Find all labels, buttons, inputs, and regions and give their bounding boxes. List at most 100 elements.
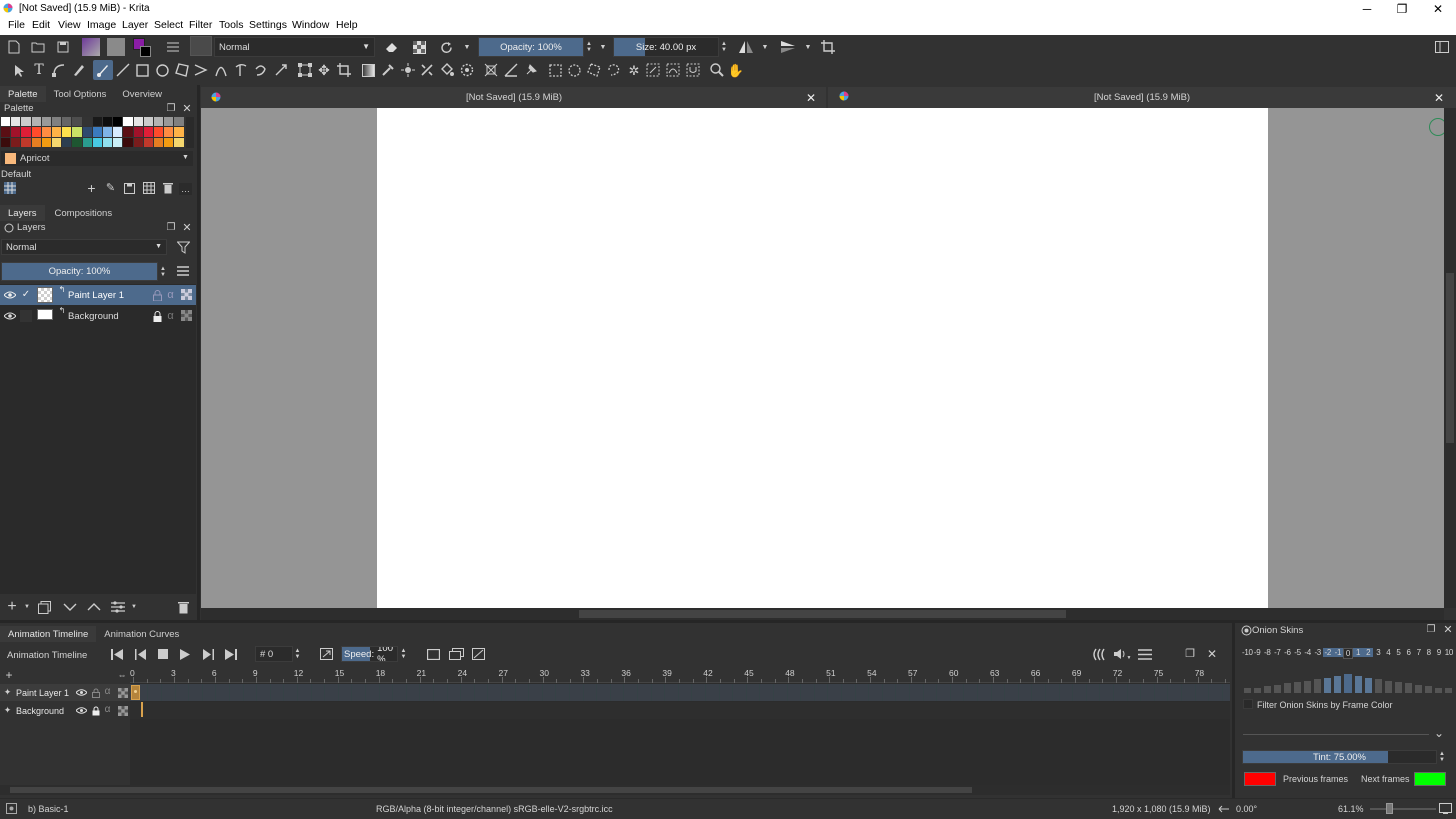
palette-swatch[interactable] [31,137,41,147]
float-icon[interactable]: ❐ [1184,647,1196,661]
layer-options-menu-icon[interactable] [175,264,191,278]
bezier-tool-icon[interactable] [213,62,229,78]
pan-tool-icon[interactable]: ✋ [728,62,744,78]
menu-tools[interactable]: Tools [219,19,244,31]
palette-swatch[interactable] [164,117,174,127]
assistant-tool-icon[interactable] [483,62,499,78]
onion-opacity-bar[interactable] [1253,687,1261,693]
previous-frames-color-swatch[interactable] [1244,772,1276,786]
brush-presets-icon[interactable] [165,39,181,55]
workspace-icon[interactable] [1434,39,1450,55]
opacity-slider[interactable]: Opacity: 100% [478,37,584,57]
onion-frame-number[interactable]: -7 [1272,648,1282,657]
palette-swatch[interactable] [164,127,174,137]
close-icon[interactable]: ✕ [181,102,193,116]
status-color-space[interactable]: RGB/Alpha (8-bit integer/channel) sRGB-e… [376,804,613,814]
tab-animation-timeline[interactable]: Animation Timeline [0,626,97,642]
color-selector-icon[interactable] [133,38,153,58]
ellipse-tool-icon[interactable] [154,62,170,78]
palette-swatch[interactable] [62,117,72,127]
checkmark-icon[interactable]: ✓ [20,289,32,301]
onion-opacity-bar[interactable] [1394,682,1403,693]
line-tool-icon[interactable] [115,62,131,78]
tab-palette[interactable]: Palette [0,86,46,102]
polygon-tool-icon[interactable] [174,62,190,78]
freehand-select-icon[interactable] [606,62,622,78]
tab-tool-options[interactable]: Tool Options [46,86,115,102]
layer-opacity-spin-icon[interactable]: ▲ ▼ [159,263,167,280]
palette-swatch[interactable] [133,127,143,137]
palette-swatch[interactable] [62,137,72,147]
save-icon[interactable] [55,39,71,55]
blend-mode-select[interactable]: Normal ▼ [214,37,375,57]
palette-swatch[interactable] [41,127,51,137]
frame-spin-icon[interactable]: ▲ ▼ [294,647,301,661]
magnetic-select-icon[interactable] [685,62,701,78]
palette-swatch[interactable] [143,117,153,127]
play-icon[interactable] [178,647,192,661]
playhead-line[interactable] [141,702,143,717]
canvas-horizontal-scrollbar[interactable] [201,608,1444,620]
palette-swatch[interactable] [72,117,82,127]
tint-spin-icon[interactable]: ▲ ▼ [1438,750,1446,764]
delete-icon[interactable] [161,181,174,195]
tab-overview[interactable]: Overview [114,86,170,102]
frame-ruler[interactable]: 0 3 6 9 12 15 18 21 24 27 30 33 36 39 42 45 48 51 54 57 60 63… [130,667,1230,683]
speed-slider[interactable]: Speed: 100 % [341,646,398,662]
color-picker-icon[interactable] [380,62,396,78]
float-icon[interactable]: ❐ [165,102,177,116]
scroll-thumb[interactable] [579,610,1066,618]
palette-swatch[interactable] [113,127,123,137]
onion-frame-number[interactable]: 4 [1383,648,1393,657]
eye-icon[interactable] [3,289,17,301]
text-tool-icon[interactable]: T [31,62,47,78]
palette-swatch[interactable] [31,127,41,137]
multibrush-icon[interactable] [273,62,289,78]
onion-frame-number[interactable]: 6 [1404,648,1414,657]
restore-icon[interactable]: ❐ [1392,0,1412,17]
more-options-icon[interactable]: … [179,183,192,195]
inherit-alpha-icon[interactable] [117,705,128,716]
layer-row[interactable]: ✓ ↰ Paint Layer 1 α [0,285,196,305]
onion-frame-number[interactable]: 7 [1414,648,1424,657]
onion-frame-number[interactable]: 5 [1393,648,1403,657]
onion-opacity-bar[interactable] [1314,679,1322,693]
chevron-down-icon[interactable]: ▼ [598,41,608,53]
document-tab-title[interactable]: [Not Saved] (15.9 MiB) [1094,92,1190,103]
tab-animation-curves[interactable]: Animation Curves [96,626,187,642]
chevron-down-icon[interactable]: ▼ [23,602,31,612]
onion-frame-number[interactable]: 9 [1434,648,1444,657]
gradient-swatch[interactable] [82,38,100,56]
freehand-path-icon[interactable] [233,62,249,78]
onion-opacity-bar[interactable] [1445,688,1453,693]
move-layer-down-icon[interactable] [62,600,78,614]
close-icon[interactable]: ✕ [1432,90,1446,105]
palette-swatch[interactable] [174,117,184,127]
eye-icon[interactable] [76,688,87,697]
duplicate-keyframe-icon[interactable] [448,647,464,661]
palette-swatch[interactable] [154,137,164,147]
menu-settings[interactable]: Settings [249,19,287,31]
speed-spin-icon[interactable]: ▲ ▼ [400,647,407,661]
add-layer-icon[interactable]: + [4,669,14,681]
palette-swatch[interactable] [123,127,133,137]
palette-swatch[interactable] [82,117,92,127]
palette-swatch[interactable] [11,137,21,147]
select-shapes-icon[interactable] [11,62,27,78]
onion-frame-number[interactable]: 0 [1342,648,1354,659]
eye-icon[interactable] [3,310,17,322]
palette-chooser-icon[interactable] [4,182,16,194]
onion-opacity-bar[interactable] [1293,682,1302,693]
onion-opacity-bar[interactable] [1405,683,1413,693]
layer-properties-icon[interactable] [110,600,126,614]
polygon-select-icon[interactable] [586,62,602,78]
tab-compositions[interactable]: Compositions [45,205,121,221]
palette-swatch[interactable] [1,127,11,137]
document-tab-title[interactable]: [Not Saved] (15.9 MiB) [466,92,562,103]
reference-images-icon[interactable] [523,62,539,78]
close-icon[interactable]: ✕ [1428,0,1448,17]
eye-icon[interactable] [76,706,87,715]
pin-icon[interactable]: ✦ [3,705,12,715]
chevron-down-icon[interactable]: ▼ [803,41,813,53]
dock-splitter[interactable] [197,85,200,622]
